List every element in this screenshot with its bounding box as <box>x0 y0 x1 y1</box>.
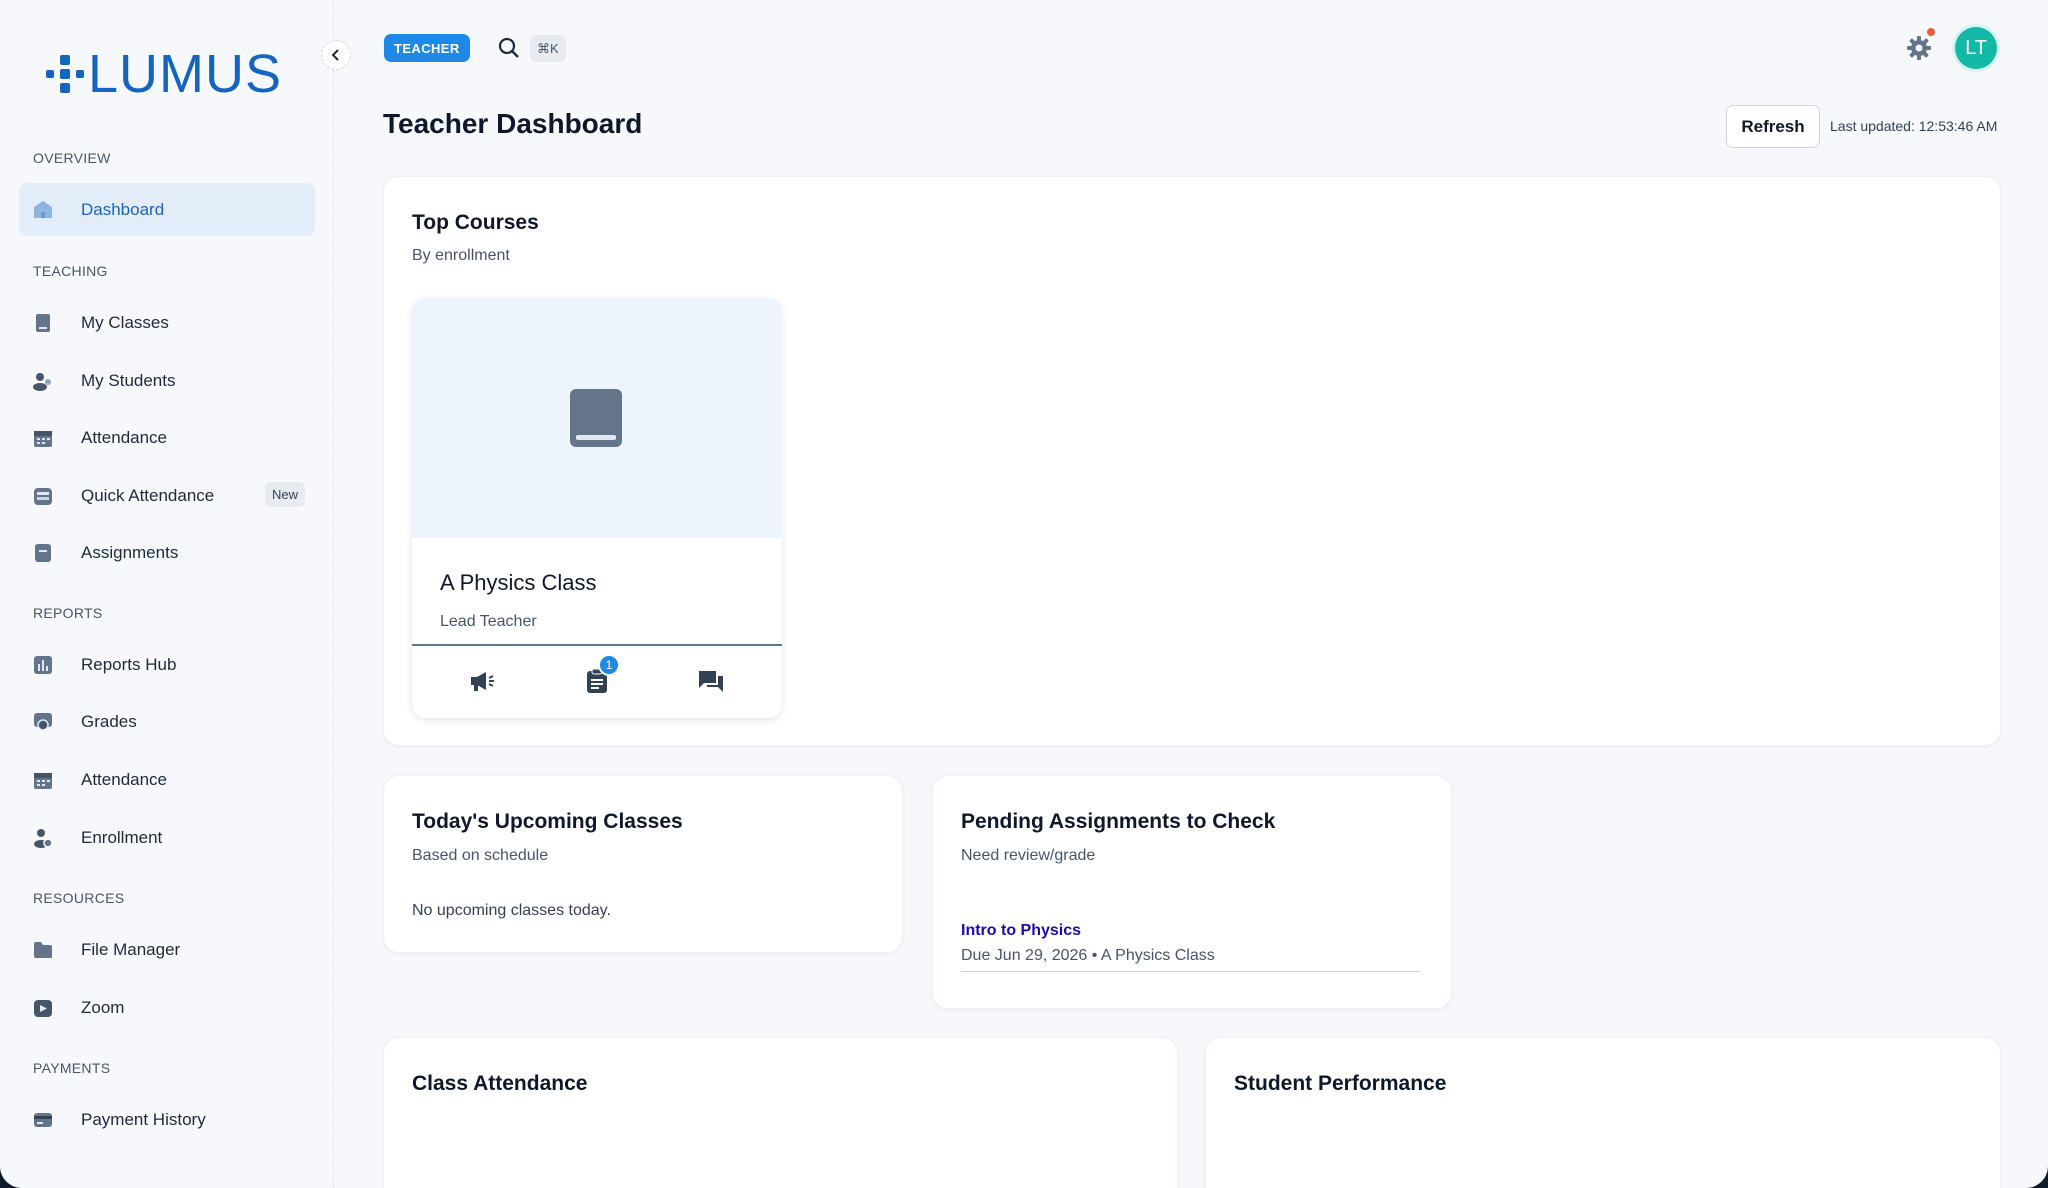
course-thumbnail <box>412 298 782 538</box>
sidebar: LUMUS OVERVIEW Dashboard TEACHING My Cla… <box>0 0 334 1188</box>
brand-logo[interactable]: LUMUS <box>46 44 283 104</box>
divider <box>412 644 782 646</box>
sidebar-item-my-classes[interactable]: My Classes <box>19 296 315 349</box>
assignment-icon <box>33 543 53 563</box>
card-icon <box>33 1110 53 1130</box>
course-name[interactable]: A Physics Class <box>440 570 597 596</box>
enrollment-icon <box>33 828 53 848</box>
sidebar-item-grades[interactable]: Grades <box>19 695 315 748</box>
sidebar-item-attendance-report[interactable]: Attendance <box>19 753 315 806</box>
sidebar-item-label: Zoom <box>81 997 125 1017</box>
search-shortcut[interactable]: ⌘K <box>530 35 566 62</box>
sidebar-item-dashboard[interactable]: Dashboard <box>19 183 315 236</box>
sidebar-item-label: Attendance <box>81 769 168 789</box>
grades-icon <box>33 712 53 732</box>
last-updated-text: Last updated: 12:53:46 AM <box>1830 118 1998 134</box>
section-reports: REPORTS <box>33 605 103 621</box>
card-title: Class Attendance <box>412 1072 588 1095</box>
app-window: LUMUS OVERVIEW Dashboard TEACHING My Cla… <box>0 0 2048 1188</box>
students-icon <box>33 371 53 391</box>
card-subtitle: Based on schedule <box>412 847 549 864</box>
sidebar-item-quick-attendance[interactable]: Quick Attendance New <box>19 469 315 522</box>
sidebar-item-assignments[interactable]: Assignments <box>19 526 315 579</box>
sidebar-item-label: Assignments <box>81 542 179 562</box>
sidebar-item-label: Enrollment <box>81 827 163 847</box>
course-card[interactable]: A Physics Class Lead Teacher 1 <box>412 298 782 718</box>
card-title: Pending Assignments to Check <box>961 810 1276 833</box>
sidebar-item-label: Reports Hub <box>81 654 177 674</box>
sidebar-item-my-students[interactable]: My Students <box>19 354 315 407</box>
megaphone-icon <box>471 672 494 691</box>
section-teaching: TEACHING <box>33 263 108 279</box>
sidebar-item-label: Payment History <box>81 1109 206 1129</box>
sidebar-item-label: Dashboard <box>81 199 165 219</box>
sidebar-item-reports-hub[interactable]: Reports Hub <box>19 638 315 691</box>
brand-name: LUMUS <box>88 44 283 104</box>
book-icon <box>33 313 53 333</box>
book-icon <box>570 389 622 447</box>
card-title: Student Performance <box>1234 1072 1447 1095</box>
course-role: Lead Teacher <box>440 613 537 630</box>
calendar-icon <box>33 428 53 448</box>
sidebar-item-file-manager[interactable]: File Manager <box>19 923 315 976</box>
sidebar-item-label: Quick Attendance <box>81 485 215 505</box>
avatar[interactable]: LT <box>1955 27 1997 69</box>
logo-mark-icon <box>46 55 84 93</box>
settings-gear-icon[interactable] <box>1905 34 1933 62</box>
chat-icon <box>699 671 723 692</box>
new-badge: New <box>264 482 305 507</box>
sidebar-item-payment-history[interactable]: Payment History <box>19 1093 315 1146</box>
notification-dot <box>1927 28 1935 36</box>
empty-state-text: No upcoming classes today. <box>412 902 611 919</box>
sidebar-item-label: My Classes <box>81 312 169 332</box>
chevron-left-icon <box>331 49 339 61</box>
announcements-button[interactable] <box>467 666 497 696</box>
card-title: Today's Upcoming Classes <box>412 810 683 833</box>
video-icon <box>33 998 53 1018</box>
collapse-sidebar-button[interactable] <box>321 40 351 70</box>
section-overview: OVERVIEW <box>33 150 111 166</box>
page-title: Teacher Dashboard <box>383 108 643 139</box>
card-subtitle: Need review/grade <box>961 847 1096 864</box>
assignment-meta: Due Jun 29, 2026 • A Physics Class <box>961 947 1215 964</box>
refresh-button[interactable]: Refresh <box>1726 105 1820 148</box>
quick-attendance-icon <box>33 486 53 506</box>
pending-assignments-card: Pending Assignments to Check Need review… <box>932 775 1452 1009</box>
class-attendance-card: Class Attendance <box>383 1037 1178 1188</box>
sidebar-item-label: Attendance <box>81 427 168 447</box>
sidebar-item-attendance[interactable]: Attendance <box>19 411 315 464</box>
card-title: Top Courses <box>412 211 539 234</box>
bar-chart-icon <box>33 655 53 675</box>
sidebar-item-label: Grades <box>81 711 137 731</box>
sidebar-item-label: File Manager <box>81 939 181 959</box>
folder-icon <box>33 940 53 960</box>
role-badge: TEACHER <box>384 34 470 62</box>
assignment-link[interactable]: Intro to Physics <box>961 922 1081 940</box>
card-subtitle: By enrollment <box>412 247 510 264</box>
discussion-button[interactable] <box>696 666 726 696</box>
divider <box>961 971 1421 972</box>
upcoming-classes-card: Today's Upcoming Classes Based on schedu… <box>383 775 903 953</box>
top-courses-card: Top Courses By enrollment A Physics Clas… <box>383 176 2001 746</box>
sidebar-item-zoom[interactable]: Zoom <box>19 981 315 1034</box>
sidebar-item-enrollment[interactable]: Enrollment <box>19 811 315 864</box>
student-performance-card: Student Performance <box>1205 1037 2001 1188</box>
calendar-icon <box>33 770 53 790</box>
section-resources: RESOURCES <box>33 890 125 906</box>
section-payments: PAYMENTS <box>33 1060 111 1076</box>
search-icon[interactable] <box>497 36 521 60</box>
assignment-count-badge: 1 <box>598 654 620 676</box>
sidebar-item-label: My Students <box>81 370 176 390</box>
dashboard-icon <box>33 200 53 220</box>
